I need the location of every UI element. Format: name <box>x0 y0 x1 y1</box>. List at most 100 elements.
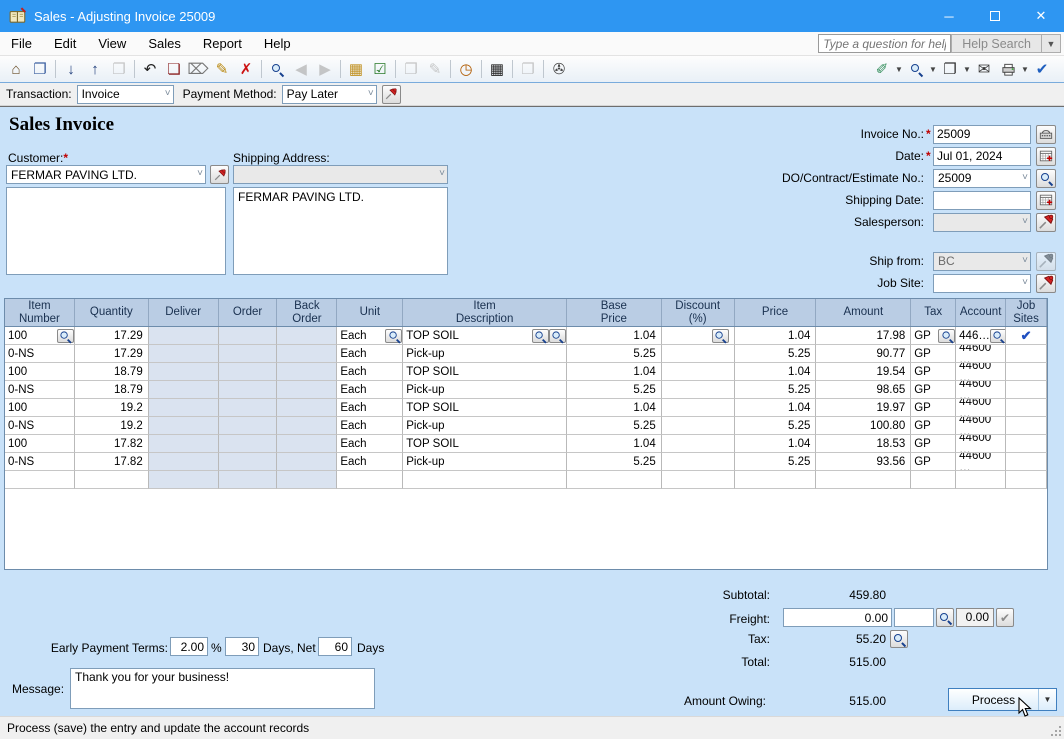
cell-account[interactable]: 44600 … <box>956 453 1006 471</box>
store-recurring-icon[interactable]: ↓ <box>59 58 83 81</box>
help-search-arrow[interactable]: ▼ <box>1042 34 1061 53</box>
invoice-numbering-button[interactable] <box>1036 125 1056 144</box>
print-icon[interactable] <box>996 58 1020 81</box>
cell-account[interactable]: 446… <box>956 327 1006 345</box>
cell-account[interactable]: 44600 … <box>956 363 1006 381</box>
cell-item[interactable]: 0-NS <box>5 453 75 471</box>
cell-job[interactable] <box>1006 399 1047 417</box>
cell-unit[interactable]: Each <box>337 363 403 381</box>
cell-price[interactable]: 1.04 <box>735 399 817 417</box>
cell-disc[interactable] <box>662 381 735 399</box>
customer-pin-button[interactable] <box>210 165 229 184</box>
lookup-button[interactable] <box>938 329 955 343</box>
menu-file[interactable]: File <box>0 33 43 54</box>
salesperson-select[interactable]: ˅ <box>933 213 1031 232</box>
lookup-button[interactable] <box>385 329 402 343</box>
attachment-icon[interactable]: ✇ <box>547 58 571 81</box>
resize-grip[interactable] <box>1051 726 1061 736</box>
cell-item[interactable]: 0-NS <box>5 417 75 435</box>
lookup-button[interactable] <box>990 329 1006 343</box>
cell-item[interactable]: 0-NS <box>5 381 75 399</box>
job-site-pin-button[interactable] <box>1036 274 1056 293</box>
cell-qty[interactable]: 18.79 <box>75 363 149 381</box>
cell-base[interactable]: 5.25 <box>567 453 662 471</box>
cell-desc[interactable]: TOP SOIL <box>403 399 567 417</box>
cell-qty[interactable]: 17.29 <box>75 345 149 363</box>
cell-desc[interactable]: TOP SOIL <box>403 363 567 381</box>
enter-prepayment-icon[interactable]: ☑ <box>368 58 392 81</box>
terms-percent-input[interactable] <box>170 637 208 656</box>
lookup-button[interactable] <box>57 329 74 343</box>
customize-form-icon[interactable]: ✐ <box>870 58 894 81</box>
help-search-button[interactable]: Help Search <box>951 34 1042 53</box>
freight-lookup-button[interactable] <box>936 608 954 627</box>
minimize-button[interactable]: ─ <box>926 0 972 32</box>
transaction-select[interactable]: Invoice ˅ <box>77 85 174 104</box>
cell-disc[interactable] <box>662 417 735 435</box>
duplicate-icon[interactable]: ❐ <box>938 58 962 81</box>
dropdown-arrow-icon[interactable]: ▼ <box>1020 65 1030 74</box>
menu-report[interactable]: Report <box>192 33 253 54</box>
cell-job[interactable]: ✔ <box>1006 327 1047 345</box>
cell-tax[interactable]: GP <box>911 453 956 471</box>
cell-job[interactable] <box>1006 435 1047 453</box>
cell-item[interactable]: 100 <box>5 435 75 453</box>
cell-amount[interactable]: 93.56 <box>816 453 911 471</box>
cell-job[interactable] <box>1006 453 1047 471</box>
adjust-invoice-icon[interactable]: ✎ <box>210 58 234 81</box>
cell-qty[interactable]: 17.82 <box>75 435 149 453</box>
cell-job[interactable] <box>1006 381 1047 399</box>
lookup-button[interactable] <box>712 329 729 343</box>
home-icon[interactable]: ⌂ <box>4 58 28 81</box>
close-button[interactable]: ✕ <box>1018 0 1064 32</box>
lookup-invoice-icon[interactable] <box>265 58 289 81</box>
cell-tax[interactable]: GP <box>911 345 956 363</box>
cell-tax[interactable]: GP <box>911 381 956 399</box>
freight-tax-code-input[interactable] <box>894 608 934 627</box>
cell-desc[interactable]: Pick-up <box>403 453 567 471</box>
lookup-button[interactable] <box>532 329 549 343</box>
cell-unit[interactable]: Each <box>337 345 403 363</box>
cell-account[interactable]: 44600 … <box>956 345 1006 363</box>
menu-help[interactable]: Help <box>253 33 302 54</box>
cell-amount[interactable]: 100.80 <box>816 417 911 435</box>
job-site-select[interactable]: ˅ <box>933 274 1031 293</box>
cell-disc[interactable] <box>662 327 735 345</box>
track-shipments-icon[interactable]: ▦ <box>344 58 368 81</box>
cell-item[interactable]: 100 <box>5 327 75 345</box>
cell-base[interactable]: 1.04 <box>567 327 662 345</box>
cell-job[interactable] <box>1006 363 1047 381</box>
confirm-icon[interactable]: ✔ <box>1030 58 1054 81</box>
process-button[interactable]: Process ▼ <box>948 688 1057 711</box>
dropdown-arrow-icon[interactable]: ▼ <box>928 65 938 74</box>
cell-qty[interactable]: 17.82 <box>75 453 149 471</box>
cell-price[interactable]: 1.04 <box>735 327 817 345</box>
cell-base[interactable]: 1.04 <box>567 399 662 417</box>
cell-unit[interactable]: Each <box>337 399 403 417</box>
cell-job[interactable] <box>1006 345 1047 363</box>
cell-tax[interactable]: GP <box>911 327 956 345</box>
time-slips-icon[interactable]: ◷ <box>454 58 478 81</box>
cell-amount[interactable]: 19.97 <box>816 399 911 417</box>
cell-account[interactable]: 44600 … <box>956 435 1006 453</box>
cell-account[interactable]: 44600 … <box>956 399 1006 417</box>
tax-detail-button[interactable] <box>890 630 908 648</box>
freight-input[interactable] <box>783 608 892 627</box>
shipping-address-box[interactable]: FERMAR PAVING LTD. <box>233 187 448 275</box>
cell-amount[interactable]: 19.54 <box>816 363 911 381</box>
cell-unit[interactable]: Each <box>337 453 403 471</box>
cell-tax[interactable]: GP <box>911 435 956 453</box>
undo-icon[interactable]: ↶ <box>138 58 162 81</box>
terms-net-days-input[interactable] <box>318 637 352 656</box>
cell-base[interactable]: 5.25 <box>567 345 662 363</box>
lookup-button[interactable] <box>549 329 566 343</box>
shipping-address-select[interactable]: ˅ <box>233 165 448 184</box>
cell-price[interactable]: 5.25 <box>735 417 817 435</box>
dropdown-arrow-icon[interactable]: ▼ <box>962 65 972 74</box>
cell-desc[interactable]: Pick-up <box>403 381 567 399</box>
cell-price[interactable]: 5.25 <box>735 345 817 363</box>
cell-desc[interactable]: TOP SOIL <box>403 435 567 453</box>
cell-unit[interactable]: Each <box>337 381 403 399</box>
message-input[interactable]: Thank you for your business! <box>70 668 375 709</box>
cell-disc[interactable] <box>662 435 735 453</box>
